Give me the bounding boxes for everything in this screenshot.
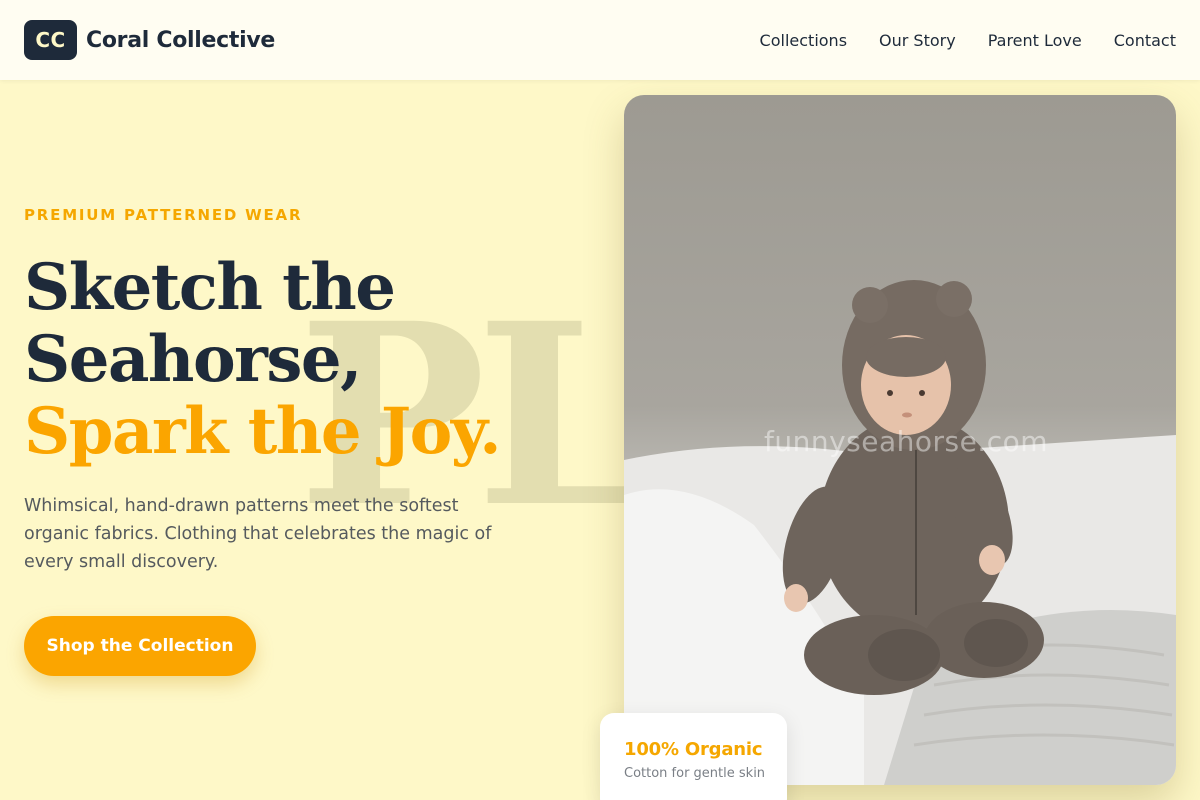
- hero-eyebrow: PREMIUM PATTERNED WEAR: [24, 206, 303, 224]
- headline-accent: Spark the Joy.: [24, 394, 501, 469]
- brand-name: Coral Collective: [86, 27, 275, 53]
- nav-link-our-story[interactable]: Our Story: [879, 31, 956, 50]
- hero-headline: Sketch the Seahorse, Spark the Joy.: [24, 250, 501, 469]
- hero-description: Whimsical, hand-drawn patterns meet the …: [24, 496, 492, 572]
- hero-photo: funnyseahorse.com: [624, 95, 1176, 785]
- main-nav: Collections Our Story Parent Love Contac…: [760, 31, 1176, 50]
- photo-watermark: funnyseahorse.com: [764, 425, 1049, 458]
- brand-logo-link[interactable]: CC Coral Collective: [24, 20, 275, 60]
- badge-subtitle: Cotton for gentle skin: [624, 766, 766, 781]
- headline-line-1: Sketch the: [24, 250, 396, 325]
- site-header: CC Coral Collective Collections Our Stor…: [0, 0, 1200, 80]
- nav-link-collections[interactable]: Collections: [760, 31, 847, 50]
- nav-link-parent-love[interactable]: Parent Love: [988, 31, 1082, 50]
- badge-title: 100% Organic: [624, 739, 763, 760]
- logo-mark: CC: [24, 20, 77, 60]
- headline-line-2: Seahorse,: [24, 322, 362, 397]
- nav-link-contact[interactable]: Contact: [1114, 31, 1176, 50]
- organic-badge-card: 100% Organic Cotton for gentle skin: [600, 713, 787, 800]
- shop-collection-button[interactable]: Shop the Collection: [24, 616, 256, 676]
